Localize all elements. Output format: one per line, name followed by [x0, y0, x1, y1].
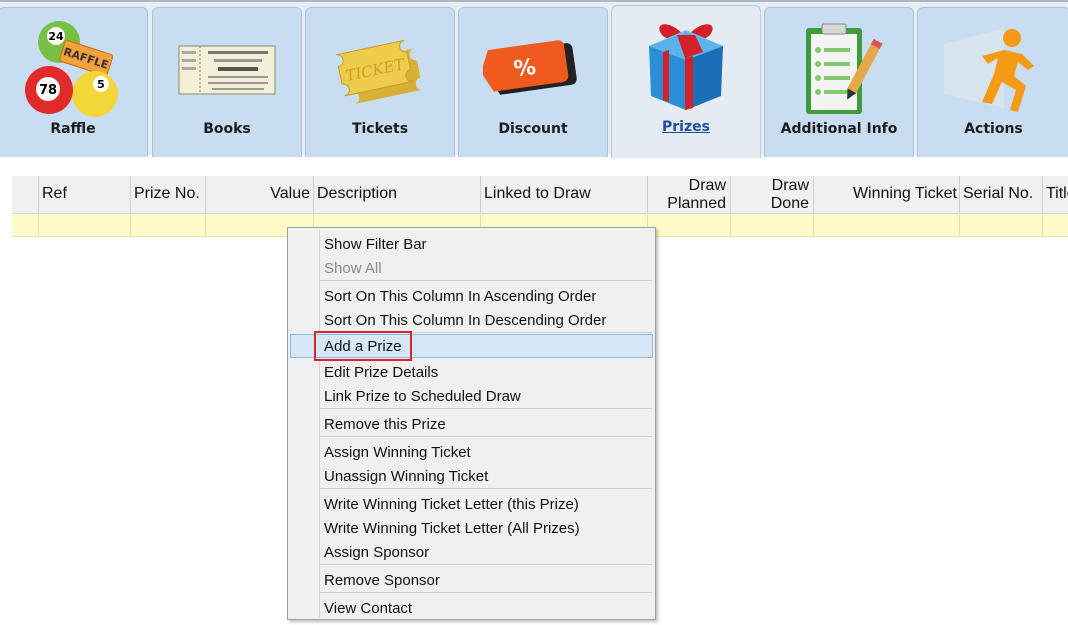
- cell-divider: [730, 214, 731, 236]
- cell-divider: [38, 214, 39, 236]
- row-indicator-header: [12, 176, 38, 213]
- context-menu: Show Filter Bar Show All Sort On This Co…: [287, 227, 656, 620]
- ribbon-tab-strip: 24 RAFFLE 5 78 Raffle Books TICKET Ticke…: [0, 0, 1068, 158]
- menu-item-label: Sort On This Column In Descending Order: [324, 312, 607, 329]
- tab-label: Raffle: [50, 121, 96, 137]
- tab-label: Prizes: [662, 119, 710, 135]
- column-header-title[interactable]: Title: [1042, 176, 1068, 213]
- column-label-line: Planned: [667, 195, 726, 212]
- menu-item-label: Edit Prize Details: [324, 364, 439, 381]
- ticket-icon: TICKET: [330, 30, 430, 110]
- discount-tag-icon: %: [480, 36, 583, 106]
- column-header-description[interactable]: Description: [313, 176, 480, 213]
- menu-separator: [320, 280, 652, 281]
- column-label: Serial No.: [963, 185, 1034, 202]
- column-label: Title: [1046, 185, 1068, 202]
- column-header-winning-ticket[interactable]: Winning Ticket: [813, 176, 959, 213]
- column-label: Value: [270, 185, 310, 202]
- menu-item-sort-descending[interactable]: Sort On This Column In Descending Order: [290, 308, 653, 332]
- gift-box-icon: [641, 16, 731, 116]
- raffle-book-icon: [178, 45, 276, 99]
- menu-separator: [320, 592, 652, 593]
- column-label-line: Draw: [771, 177, 809, 194]
- tab-books[interactable]: Books: [152, 7, 302, 157]
- cell-divider: [130, 214, 131, 236]
- column-header-serial-no[interactable]: Serial No.: [959, 176, 1042, 213]
- menu-item-view-contact[interactable]: View Contact: [290, 596, 653, 620]
- column-label: Draw Planned: [667, 177, 726, 213]
- column-label-line: Done: [770, 195, 809, 212]
- menu-item-label: Link Prize to Scheduled Draw: [324, 388, 521, 405]
- cell-divider: [959, 214, 960, 236]
- annotation-highlight-box: [314, 331, 412, 361]
- svg-text:24: 24: [48, 30, 64, 43]
- tab-label: Actions: [964, 121, 1023, 137]
- tab-label: Books: [203, 121, 251, 137]
- menu-item-sort-ascending[interactable]: Sort On This Column In Ascending Order: [290, 284, 653, 308]
- menu-item-show-filter-bar[interactable]: Show Filter Bar: [290, 232, 653, 256]
- menu-item-label: Remove this Prize: [324, 416, 446, 433]
- menu-item-write-letter-this-prize[interactable]: Write Winning Ticket Letter (this Prize): [290, 492, 653, 516]
- column-label: Ref: [42, 185, 67, 202]
- column-header-draw-planned[interactable]: Draw Planned: [647, 176, 730, 213]
- menu-item-write-letter-all-prizes[interactable]: Write Winning Ticket Letter (All Prizes): [290, 516, 653, 540]
- tab-actions[interactable]: Actions: [917, 7, 1068, 157]
- grid-header: Ref Prize No. Value Description Linked t…: [12, 176, 1068, 214]
- cell-divider: [205, 214, 206, 236]
- menu-item-unassign-winning-ticket[interactable]: Unassign Winning Ticket: [290, 464, 653, 488]
- column-label-line: Draw: [688, 177, 726, 194]
- tab-raffle[interactable]: 24 RAFFLE 5 78 Raffle: [0, 7, 148, 157]
- menu-item-label: Assign Sponsor: [324, 544, 430, 561]
- column-label: Description: [317, 185, 398, 202]
- menu-separator: [320, 436, 652, 437]
- tab-label: Discount: [498, 121, 568, 137]
- menu-item-remove-prize[interactable]: Remove this Prize: [290, 412, 653, 436]
- svg-text:78: 78: [39, 83, 57, 98]
- menu-separator: [320, 564, 652, 565]
- menu-item-link-prize-to-draw[interactable]: Link Prize to Scheduled Draw: [290, 384, 653, 408]
- column-label: Linked to Draw: [484, 185, 591, 202]
- menu-item-label: Show All: [324, 260, 382, 277]
- tab-prizes[interactable]: Prizes: [611, 5, 761, 158]
- raffle-balls-icon: 24 RAFFLE 5 78: [23, 20, 123, 122]
- column-header-prize-no[interactable]: Prize No.: [130, 176, 205, 213]
- running-man-icon: [943, 24, 1044, 118]
- menu-separator: [320, 408, 652, 409]
- column-label: Prize No.: [134, 185, 200, 202]
- tab-label: Additional Info: [780, 121, 898, 137]
- column-header-draw-done[interactable]: Draw Done: [730, 176, 813, 213]
- menu-item-label: Remove Sponsor: [324, 572, 440, 589]
- column-label: Draw Done: [771, 177, 809, 213]
- menu-item-assign-sponsor[interactable]: Assign Sponsor: [290, 540, 653, 564]
- menu-separator: [320, 488, 652, 489]
- cell-divider: [813, 214, 814, 236]
- column-label: Winning Ticket: [852, 185, 957, 202]
- column-header-linked-to-draw[interactable]: Linked to Draw: [480, 176, 647, 213]
- menu-item-label: Unassign Winning Ticket: [324, 468, 489, 485]
- tab-tickets[interactable]: TICKET Tickets: [305, 7, 455, 157]
- menu-item-label: Assign Winning Ticket: [324, 444, 471, 461]
- clipboard-icon: [794, 20, 884, 124]
- menu-item-edit-prize-details[interactable]: Edit Prize Details: [290, 360, 653, 384]
- cell-divider: [1042, 214, 1043, 236]
- column-header-value[interactable]: Value: [205, 176, 313, 213]
- menu-item-remove-sponsor[interactable]: Remove Sponsor: [290, 568, 653, 592]
- menu-item-label: Sort On This Column In Ascending Order: [324, 288, 597, 305]
- tab-additional-info[interactable]: Additional Info: [764, 7, 914, 157]
- svg-text:%: %: [512, 55, 537, 83]
- menu-item-assign-winning-ticket[interactable]: Assign Winning Ticket: [290, 440, 653, 464]
- menu-item-label: Write Winning Ticket Letter (this Prize): [324, 496, 579, 513]
- column-header-ref[interactable]: Ref: [38, 176, 130, 213]
- tab-label: Tickets: [351, 121, 409, 137]
- svg-text:5: 5: [97, 78, 105, 91]
- menu-item-label: Show Filter Bar: [324, 236, 427, 253]
- menu-item-show-all: Show All: [290, 256, 653, 280]
- menu-item-label: View Contact: [324, 600, 413, 617]
- tab-discount[interactable]: % Discount: [458, 7, 608, 157]
- menu-item-label: Write Winning Ticket Letter (All Prizes): [324, 520, 580, 537]
